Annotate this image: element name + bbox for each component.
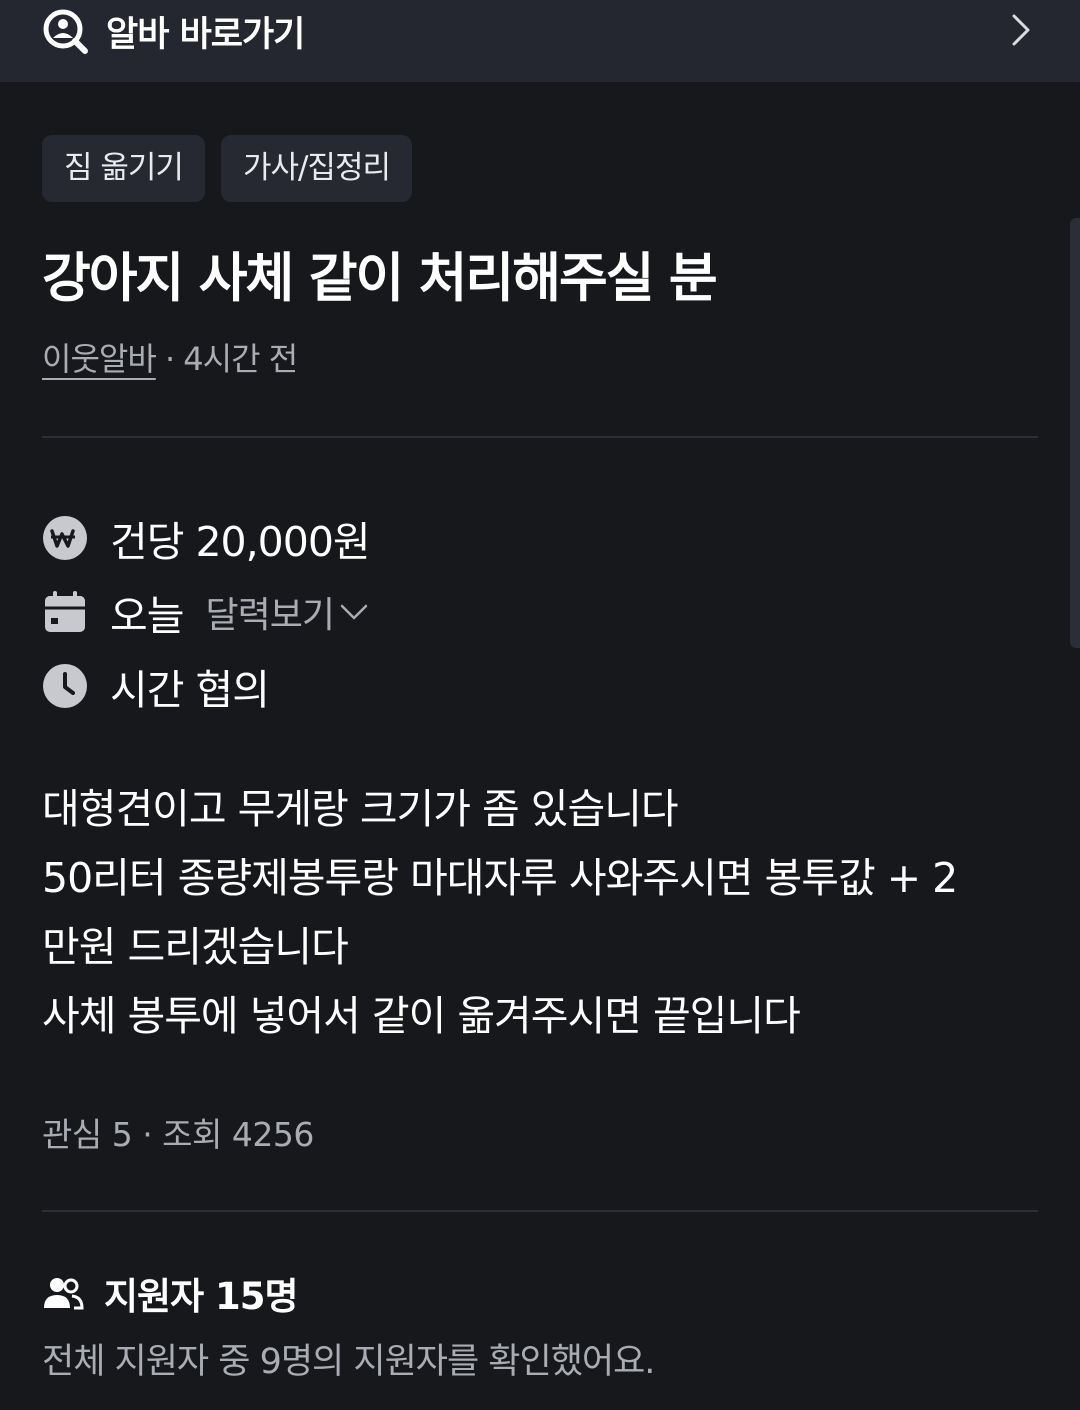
- scrollbar[interactable]: [1070, 218, 1080, 648]
- pay-row: 건당 20,000원: [42, 508, 371, 568]
- body-line: 대형견이고 무게랑 크기가 좀 있습니다: [42, 785, 679, 833]
- category-tags: 짐 옮기기 가사/집정리: [42, 135, 412, 202]
- applicants-header: 지원자 15명: [42, 1266, 299, 1320]
- pay-text: 건당 20,000원: [110, 518, 371, 566]
- chevron-down-icon: [340, 604, 368, 620]
- calendar-icon: [45, 591, 85, 632]
- post-title: 강아지 사체 같이 처리해주실 분: [42, 248, 718, 309]
- author-link[interactable]: 이웃알바: [42, 340, 157, 378]
- tag-housework[interactable]: 가사/집정리: [220, 135, 412, 202]
- meta-separator: ·: [155, 340, 184, 378]
- won-icon: [43, 516, 87, 560]
- date-text: 오늘: [110, 592, 184, 640]
- body-line: 만원 드리겠습니다: [42, 923, 349, 971]
- tag-moving[interactable]: 짐 옮기기: [42, 135, 205, 202]
- applicants-note: 전체 지원자 중 9명의 지원자를 확인했어요.: [42, 1342, 655, 1382]
- calendar-link-label: 달력보기: [205, 595, 334, 636]
- body-line: 50리터 종량제봉투랑 마대자루 사와주시면 봉투값 + 2: [42, 854, 958, 902]
- date-row: 오늘 달력보기: [42, 582, 370, 642]
- time-row: 시간 협의: [42, 656, 270, 716]
- post-meta: 이웃알바 · 4시간 전: [42, 334, 298, 380]
- post-stats: 관심 5 · 조회 4256: [42, 1115, 314, 1154]
- chevron-right-icon[interactable]: [1006, 12, 1036, 48]
- time-ago: 4시간 전: [183, 340, 298, 378]
- calendar-link[interactable]: 달력보기: [205, 586, 369, 638]
- body-line: 사체 봉투에 넣어서 같이 옮겨주시면 끝입니다: [42, 992, 801, 1040]
- time-text: 시간 협의: [110, 666, 270, 714]
- people-icon: [44, 1278, 84, 1310]
- applicants-count: 지원자 15명: [104, 1275, 299, 1318]
- divider: [42, 436, 1038, 438]
- shortcut-bar[interactable]: 알바 바로가기: [0, 0, 1080, 82]
- search-person-icon: [43, 9, 88, 54]
- post-body: 대형견이고 무게랑 크기가 좀 있습니다 50리터 종량제봉투랑 마대자루 사와…: [42, 775, 1038, 1051]
- shortcut-title: 알바 바로가기: [106, 15, 305, 55]
- divider: [42, 1210, 1038, 1212]
- clock-icon: [43, 664, 87, 708]
